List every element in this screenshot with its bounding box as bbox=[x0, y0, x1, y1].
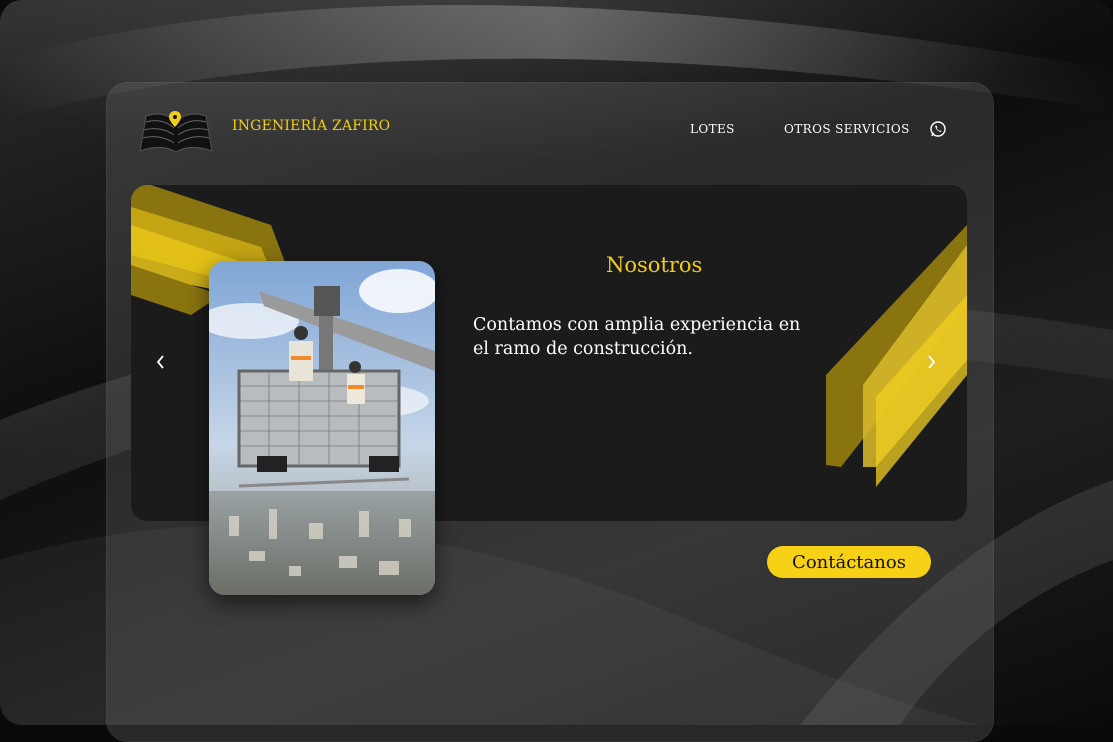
construction-photo bbox=[209, 261, 435, 595]
nav-item-lotes[interactable]: LOTES bbox=[690, 122, 735, 136]
section-description: Contamos con amplia experiencia en el ra… bbox=[473, 315, 801, 359]
chevron-right-icon[interactable] bbox=[921, 352, 941, 372]
brand-name[interactable]: INGENIERÍA ZAFIRO bbox=[232, 118, 390, 134]
chevron-left-icon[interactable] bbox=[151, 352, 171, 372]
open-book-logo-icon[interactable] bbox=[138, 108, 214, 154]
whatsapp-icon[interactable] bbox=[929, 120, 947, 138]
nav-item-otros-servicios[interactable]: OTROS SERVICIOS bbox=[784, 122, 910, 136]
contact-button[interactable]: Contáctanos bbox=[767, 546, 931, 578]
section-heading: Nosotros bbox=[606, 253, 703, 277]
